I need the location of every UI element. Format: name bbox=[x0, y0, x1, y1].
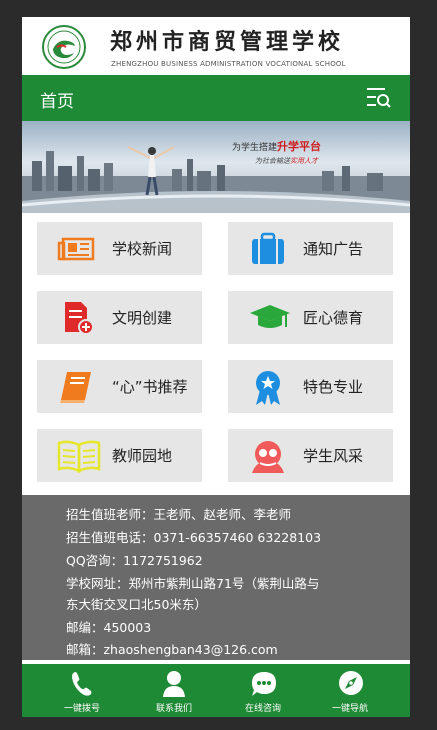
bottom-nav-call[interactable]: 一键拨号 bbox=[47, 664, 117, 717]
bottom-nav-label: 一键导航 bbox=[331, 704, 368, 714]
school-name-cn: 郑州市商贸管理学校 bbox=[110, 29, 345, 55]
page-title: 首页 bbox=[40, 92, 74, 112]
document-add-icon bbox=[57, 301, 97, 335]
tile-notices[interactable]: 通知广告 bbox=[228, 222, 393, 275]
students-icon bbox=[248, 439, 288, 473]
bottom-nav-online-consult[interactable]: 在线咨询 bbox=[228, 664, 298, 717]
person-icon bbox=[163, 671, 185, 697]
bottom-nav-contact[interactable]: 联系我们 bbox=[139, 664, 209, 717]
hero-banner[interactable]: 为学生搭建升学平台 为社会输送实用人才 bbox=[22, 121, 410, 213]
tile-moral-education[interactable]: 匠心德育 bbox=[228, 291, 393, 344]
banner-slogan-2-prefix: 为社会输送 bbox=[255, 157, 290, 165]
banner-slogan-1: 为学生搭建升学平台 bbox=[232, 138, 321, 154]
tile-school-news[interactable]: 学校新闻 bbox=[37, 222, 202, 275]
bottom-nav-navigate[interactable]: 一键导航 bbox=[315, 664, 385, 717]
info-email[interactable]: 邮箱：zhaoshengban43@126.com bbox=[66, 639, 278, 658]
banner-slogan-1-prefix: 为学生搭建 bbox=[232, 143, 278, 153]
newspaper-icon bbox=[57, 232, 97, 266]
open-book-icon bbox=[57, 439, 101, 474]
tile-teachers-corner[interactable]: 教师园地 bbox=[37, 429, 202, 482]
info-phone[interactable]: 招生值班电话：0371-66357460 63228103 bbox=[66, 527, 321, 546]
tile-label: 匠心德育 bbox=[303, 309, 364, 327]
chat-icon bbox=[252, 672, 276, 696]
bottom-nav-label: 联系我们 bbox=[155, 704, 192, 714]
info-postcode: 邮编：450003 bbox=[66, 620, 152, 635]
phone-icon bbox=[72, 672, 92, 696]
compass-icon bbox=[339, 671, 363, 695]
site-header: 郑州市商贸管理学校 ZHENGZHOU BUSINESS ADMINISTRAT… bbox=[22, 17, 410, 75]
info-address-line1: 学校网址：郑州市紫荆山路71号（紫荆山路与 bbox=[66, 576, 320, 591]
menu-search-icon[interactable] bbox=[366, 86, 392, 110]
award-badge-icon bbox=[248, 370, 288, 405]
tile-label: “心”书推荐 bbox=[112, 378, 188, 396]
banner-slogan-2: 为社会输送实用人才 bbox=[255, 156, 318, 166]
banner-slogan-2-highlight: 实用人才 bbox=[290, 157, 318, 165]
school-name-en: ZHENGZHOU BUSINESS ADMINISTRATION VOCATI… bbox=[111, 60, 346, 68]
bottom-nav-label: 在线咨询 bbox=[244, 704, 281, 714]
tile-book-recommend[interactable]: “心”书推荐 bbox=[37, 360, 202, 413]
banner-slogan-1-highlight: 升学平台 bbox=[277, 140, 322, 153]
tile-student-style[interactable]: 学生风采 bbox=[228, 429, 393, 482]
info-qq[interactable]: QQ咨询：1172751962 bbox=[66, 550, 203, 569]
graduation-cap-icon bbox=[248, 301, 290, 335]
feature-grid: 学校新闻 通知广告 文明创建 匠心德育 “心”书推荐 特色专业 教师园地 学生风… bbox=[22, 213, 410, 495]
info-address-line2: 东大街交叉口北50米东） bbox=[66, 597, 207, 612]
tile-label: 文明创建 bbox=[112, 309, 173, 327]
school-logo-icon[interactable] bbox=[42, 25, 86, 69]
briefcase-icon bbox=[248, 232, 288, 266]
tile-civilization[interactable]: 文明创建 bbox=[37, 291, 202, 344]
tile-label: 学生风采 bbox=[303, 447, 364, 465]
admissions-info: 招生值班老师：王老师、赵老师、李老师 招生值班电话：0371-66357460 … bbox=[22, 495, 410, 660]
tile-label: 特色专业 bbox=[303, 378, 364, 396]
tile-label: 教师园地 bbox=[112, 447, 173, 465]
book-icon bbox=[57, 370, 97, 404]
tile-label: 通知广告 bbox=[303, 240, 364, 258]
mobile-page: 郑州市商贸管理学校 ZHENGZHOU BUSINESS ADMINISTRAT… bbox=[22, 17, 410, 717]
top-navbar: 首页 bbox=[22, 75, 410, 121]
tile-label: 学校新闻 bbox=[112, 240, 173, 258]
tile-featured-majors[interactable]: 特色专业 bbox=[228, 360, 393, 413]
bottom-nav-label: 一键拨号 bbox=[63, 704, 100, 714]
bottom-nav: 一键拨号 联系我们 在线咨询 一键导航 bbox=[22, 664, 410, 717]
info-teachers: 招生值班老师：王老师、赵老师、李老师 bbox=[66, 507, 292, 522]
banner-image bbox=[22, 146, 410, 213]
